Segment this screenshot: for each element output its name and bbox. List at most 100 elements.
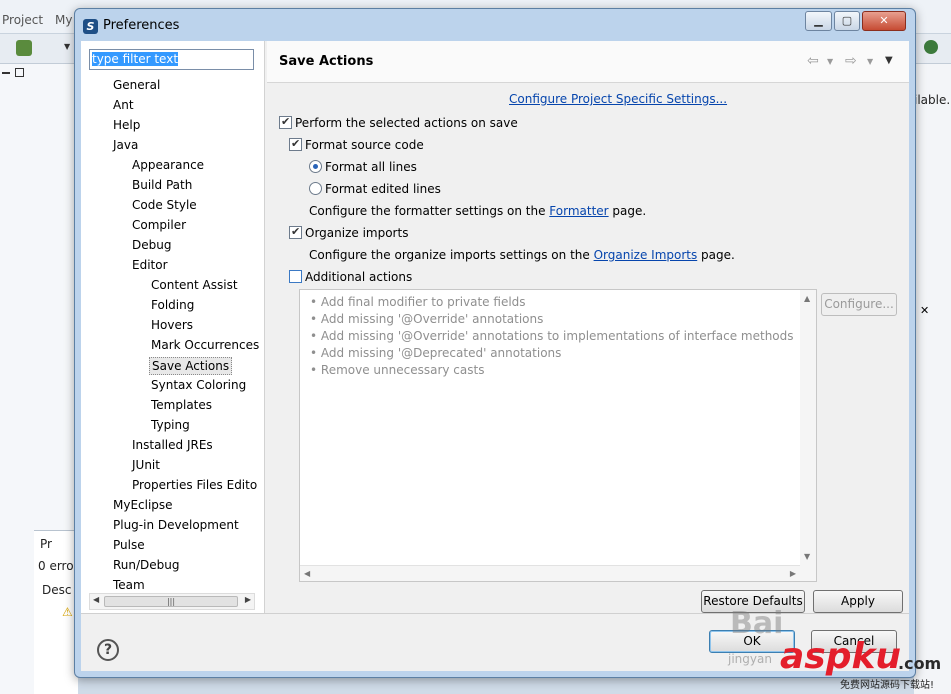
action-item[interactable]: • Add missing '@Deprecated' annotations — [310, 346, 561, 360]
tree-item[interactable]: Pulse — [111, 537, 147, 553]
scroll-thumb[interactable]: ||| — [104, 596, 238, 607]
errors-count: 0 erro — [38, 559, 74, 573]
action-item[interactable]: • Add final modifier to private fields — [310, 295, 526, 309]
scroll-right-icon[interactable]: ▶ — [790, 569, 796, 578]
tree-item[interactable]: Debug — [130, 237, 173, 253]
scroll-up-icon[interactable]: ▲ — [804, 294, 810, 303]
tree-item[interactable]: Folding — [149, 297, 196, 313]
configure-button[interactable]: Configure... — [821, 293, 897, 316]
dialog-client: type filter text General Ant Help Java Appea… — [81, 41, 909, 671]
additional-actions-label[interactable]: Additional actions — [305, 270, 412, 284]
tree-item[interactable]: Ant — [111, 97, 136, 113]
tree-item[interactable]: Plug-in Development — [111, 517, 241, 533]
tree-item[interactable]: Save Actions — [149, 357, 233, 375]
action-item[interactable]: • Add missing '@Override' annotations — [310, 312, 543, 326]
minimize-icon[interactable] — [2, 72, 10, 74]
tree-item[interactable]: MyEclipse — [111, 497, 175, 513]
actions-vertical-scrollbar[interactable]: ▲ ▼ — [800, 290, 816, 581]
formatter-note-text: Configure the formatter settings on the — [309, 204, 550, 218]
organize-note-suffix: page. — [697, 248, 735, 262]
tree-item[interactable]: JUnit — [130, 457, 162, 473]
aspku-sub-watermark: 免费网站源码下载站! — [840, 680, 935, 691]
close-view-icon[interactable]: ✕ — [920, 304, 929, 317]
scroll-left-icon[interactable]: ◀ — [304, 569, 310, 578]
perform-save-label[interactable]: Perform the selected actions on save — [295, 116, 518, 130]
preference-tree-panel: type filter text General Ant Help Java Appea… — [81, 41, 265, 613]
app-icon: S — [83, 19, 98, 34]
format-source-checkbox[interactable] — [289, 137, 302, 151]
formatter-link[interactable]: Formatter — [549, 204, 608, 218]
format-source-label[interactable]: Format source code — [305, 138, 424, 152]
scroll-left-icon[interactable]: ◀ — [93, 595, 99, 604]
format-edited-label[interactable]: Format edited lines — [325, 182, 441, 196]
format-all-radio[interactable] — [309, 160, 322, 173]
organize-imports-checkbox[interactable] — [289, 225, 302, 239]
tree-item[interactable]: Team — [111, 577, 147, 593]
toolbar-run-icon[interactable] — [16, 40, 32, 56]
tree-item[interactable]: Compiler — [130, 217, 188, 233]
tree-item[interactable]: Templates — [149, 397, 214, 413]
tree-item[interactable]: Run/Debug — [111, 557, 182, 573]
menu-my[interactable]: My — [55, 13, 72, 27]
toolbar-debug-icon[interactable] — [924, 40, 938, 54]
tree-item[interactable]: Mark Occurrences — [149, 337, 261, 353]
right-panel-text: ilable. — [914, 93, 951, 107]
filter-input[interactable]: type filter text — [89, 49, 254, 70]
apply-button[interactable]: Apply — [813, 590, 903, 613]
desc-column-header[interactable]: Desc — [42, 583, 71, 597]
jingyan-watermark: jingyan — [728, 652, 772, 666]
aspku-tld-watermark: .com — [898, 654, 942, 673]
scroll-down-icon[interactable]: ▼ — [804, 552, 810, 561]
dialog-titlebar[interactable]: S Preferences ▁ ▢ ✕ — [75, 9, 915, 41]
aspku-watermark: aspku — [780, 636, 902, 677]
tree-item[interactable]: Typing — [149, 417, 192, 433]
maximize-icon[interactable] — [15, 68, 24, 77]
menu-project[interactable]: Project — [2, 13, 43, 27]
format-edited-radio[interactable] — [309, 182, 322, 195]
actions-horizontal-scrollbar[interactable]: ◀ ▶ — [300, 565, 800, 581]
tree-item[interactable]: General — [111, 77, 162, 93]
organize-note: Configure the organize imports settings … — [309, 248, 735, 262]
tree-item[interactable]: Code Style — [130, 197, 199, 213]
tree-item[interactable]: Content Assist — [149, 277, 240, 293]
tree-item[interactable]: Editor — [130, 257, 170, 273]
back-arrow-icon[interactable]: ⇦ — [807, 53, 819, 69]
forward-arrow-icon[interactable]: ⇨ — [845, 53, 857, 69]
page-title: Save Actions — [279, 54, 374, 69]
formatter-note: Configure the formatter settings on the … — [309, 204, 646, 218]
minimize-button[interactable]: ▁ — [805, 11, 832, 31]
tree-item[interactable]: Syntax Coloring — [149, 377, 248, 393]
problems-tab[interactable]: Pr — [40, 537, 52, 551]
toolbar-dropdown-icon[interactable]: ▼ — [64, 42, 70, 51]
additional-actions-list[interactable]: • Add final modifier to private fields • … — [299, 289, 817, 582]
tree-item[interactable]: Properties Files Edito — [130, 477, 259, 493]
footer-divider — [81, 613, 909, 614]
ide-right-panel: ilable. ✕ — [914, 64, 951, 694]
tree-item[interactable]: Installed JREs — [130, 437, 215, 453]
tree-item[interactable]: Java — [111, 137, 140, 153]
tree-horizontal-scrollbar[interactable]: ◀ ||| ▶ — [89, 593, 255, 610]
warning-icon: ⚠ — [62, 605, 73, 619]
tree-item[interactable]: Appearance — [130, 157, 206, 173]
close-button[interactable]: ✕ — [862, 11, 906, 31]
back-dropdown-icon[interactable]: ▼ — [827, 57, 833, 66]
forward-dropdown-icon[interactable]: ▼ — [867, 57, 873, 66]
additional-actions-checkbox[interactable] — [289, 270, 302, 283]
help-icon[interactable]: ? — [97, 639, 119, 661]
view-menu-icon[interactable]: ▼ — [885, 55, 893, 66]
action-item[interactable]: • Add missing '@Override' annotations to… — [310, 329, 794, 343]
perform-save-checkbox[interactable] — [279, 115, 292, 129]
maximize-button[interactable]: ▢ — [834, 11, 860, 31]
action-item[interactable]: • Remove unnecessary casts — [310, 363, 484, 377]
tree-item[interactable]: Hovers — [149, 317, 195, 333]
filter-text[interactable]: type filter text — [92, 52, 179, 66]
ide-bottom-panel: Pr 0 erro Desc ⚠ — [34, 530, 78, 694]
scroll-right-icon[interactable]: ▶ — [245, 595, 251, 604]
configure-project-settings-link[interactable]: Configure Project Specific Settings... — [509, 92, 727, 106]
dialog-title: Preferences — [103, 18, 180, 33]
tree-item[interactable]: Help — [111, 117, 142, 133]
organize-imports-label[interactable]: Organize imports — [305, 226, 408, 240]
format-all-label[interactable]: Format all lines — [325, 160, 417, 174]
organize-imports-link[interactable]: Organize Imports — [594, 248, 698, 262]
tree-item[interactable]: Build Path — [130, 177, 194, 193]
